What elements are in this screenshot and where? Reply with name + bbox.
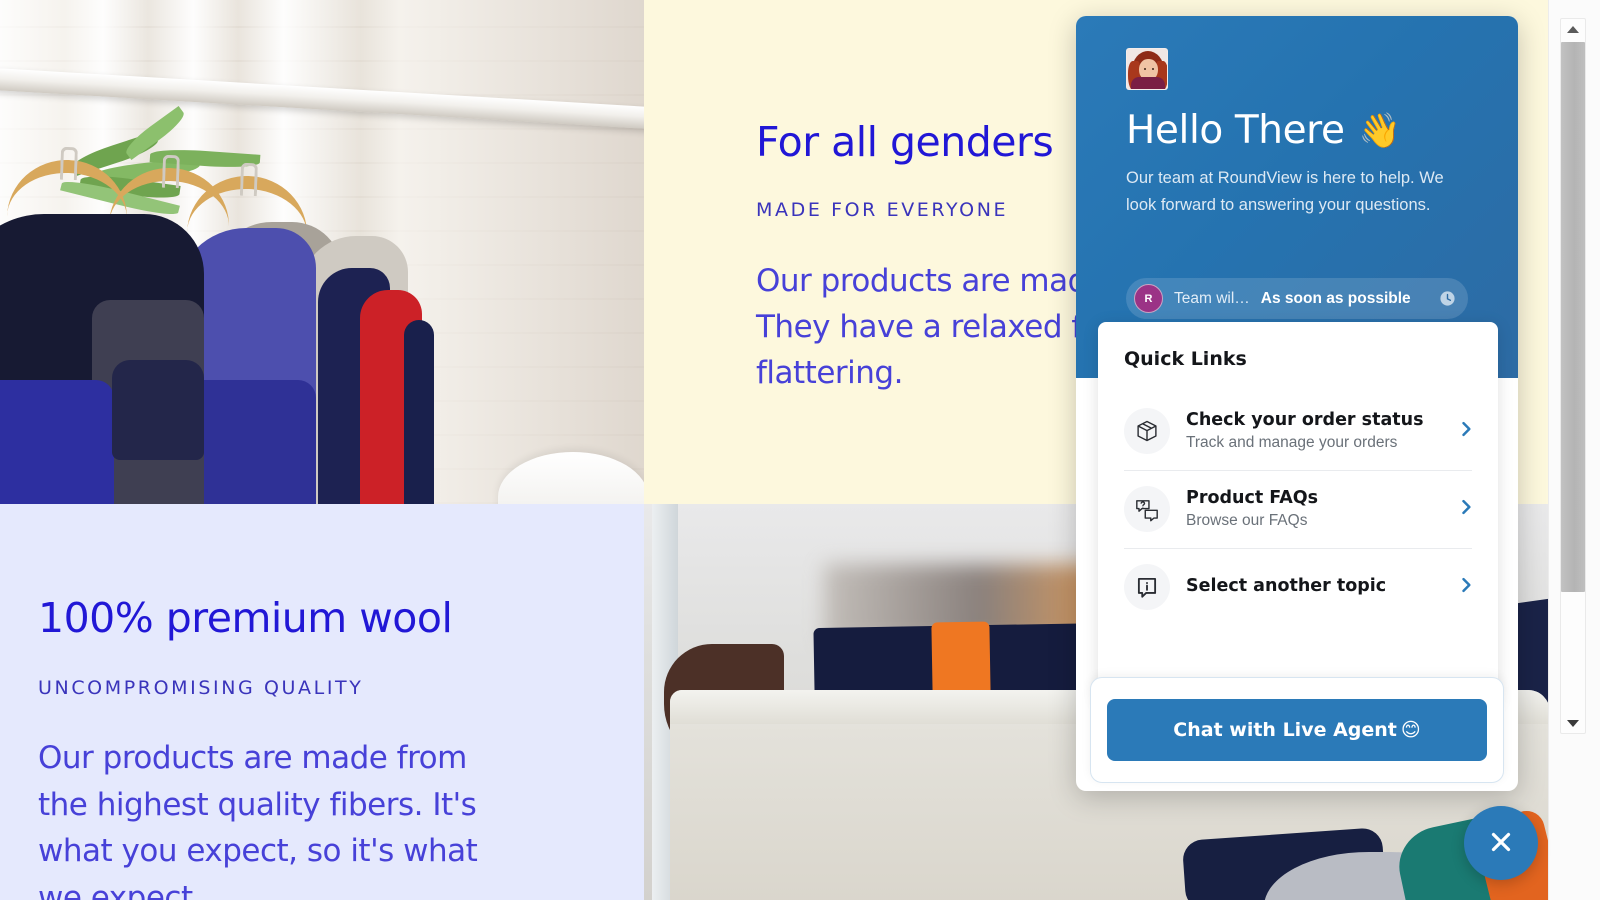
- quick-link-text: Check your order status Track and manage…: [1186, 410, 1440, 453]
- status-badge: R Team wil… As soon as possible: [1126, 278, 1468, 319]
- quick-links-card: Quick Links Check your order status Trac…: [1098, 322, 1498, 702]
- chevron-right-icon: [1456, 575, 1476, 600]
- quick-link-product-faqs[interactable]: Product FAQs Browse our FAQs: [1098, 470, 1498, 548]
- quick-link-text: Product FAQs Browse our FAQs: [1186, 488, 1440, 531]
- greeting-text: Hello There: [1126, 108, 1345, 153]
- quick-link-subtitle: Browse our FAQs: [1186, 512, 1308, 530]
- quick-link-title: Check your order status: [1186, 409, 1424, 430]
- close-x-icon: [1486, 827, 1516, 860]
- question-chat-icon: [1124, 486, 1170, 532]
- waving-hand-icon: 👋: [1358, 110, 1401, 151]
- sweaters-photo: [0, 0, 644, 504]
- scrollbar-thumb[interactable]: [1561, 42, 1585, 592]
- quick-links-list: Check your order status Track and manage…: [1098, 392, 1498, 626]
- quick-link-order-status[interactable]: Check your order status Track and manage…: [1098, 392, 1498, 470]
- welcome-subtitle: Our team at RoundView is here to help. W…: [1126, 169, 1444, 214]
- team-initial-badge: R: [1134, 284, 1163, 313]
- section-heading: 100% premium wool: [38, 594, 453, 642]
- package-box-icon: [1124, 408, 1170, 454]
- page-title: Hello There 👋: [1126, 108, 1470, 153]
- section-body: Our products are made from the highest q…: [38, 740, 478, 900]
- chevron-right-icon: [1456, 497, 1476, 522]
- quick-link-select-another-topic[interactable]: Select another topic: [1098, 548, 1498, 626]
- quick-link-title: Product FAQs: [1186, 487, 1319, 508]
- quick-link-title: Select another topic: [1186, 576, 1387, 597]
- premium-wool-section: 100% premium wool UNCOMPROMISING QUALITY…: [0, 504, 644, 900]
- scroll-up-arrow-icon[interactable]: [1560, 18, 1586, 40]
- close-chat-launcher-button[interactable]: [1464, 806, 1538, 880]
- status-label: Team wil…: [1174, 289, 1250, 307]
- quick-link-text: Select another topic: [1186, 576, 1440, 598]
- avatar: [1126, 48, 1168, 90]
- section-eyebrow: UNCOMPROMISING QUALITY: [38, 677, 364, 700]
- chat-widget-footer: Chat with Live Agent 😊: [1090, 677, 1504, 783]
- live-agent-label: Chat with Live Agent: [1173, 719, 1397, 741]
- chat-with-live-agent-button[interactable]: Chat with Live Agent 😊: [1107, 699, 1487, 761]
- screen: For all genders MADE FOR EVERYONE Our pr…: [0, 0, 1600, 900]
- chat-widget: Hello There 👋 Our team at RoundView is h…: [1076, 16, 1518, 791]
- quick-link-subtitle: Track and manage your orders: [1186, 434, 1398, 452]
- status-value: As soon as possible: [1260, 289, 1411, 307]
- quick-links-title: Quick Links: [1124, 348, 1247, 370]
- page-scrollbar[interactable]: [1548, 0, 1600, 900]
- scroll-down-arrow-icon[interactable]: [1560, 712, 1586, 734]
- info-chat-icon: [1124, 564, 1170, 610]
- chevron-right-icon: [1456, 419, 1476, 444]
- clock-icon: [1439, 290, 1456, 307]
- smiling-face-icon: 😊: [1400, 719, 1421, 741]
